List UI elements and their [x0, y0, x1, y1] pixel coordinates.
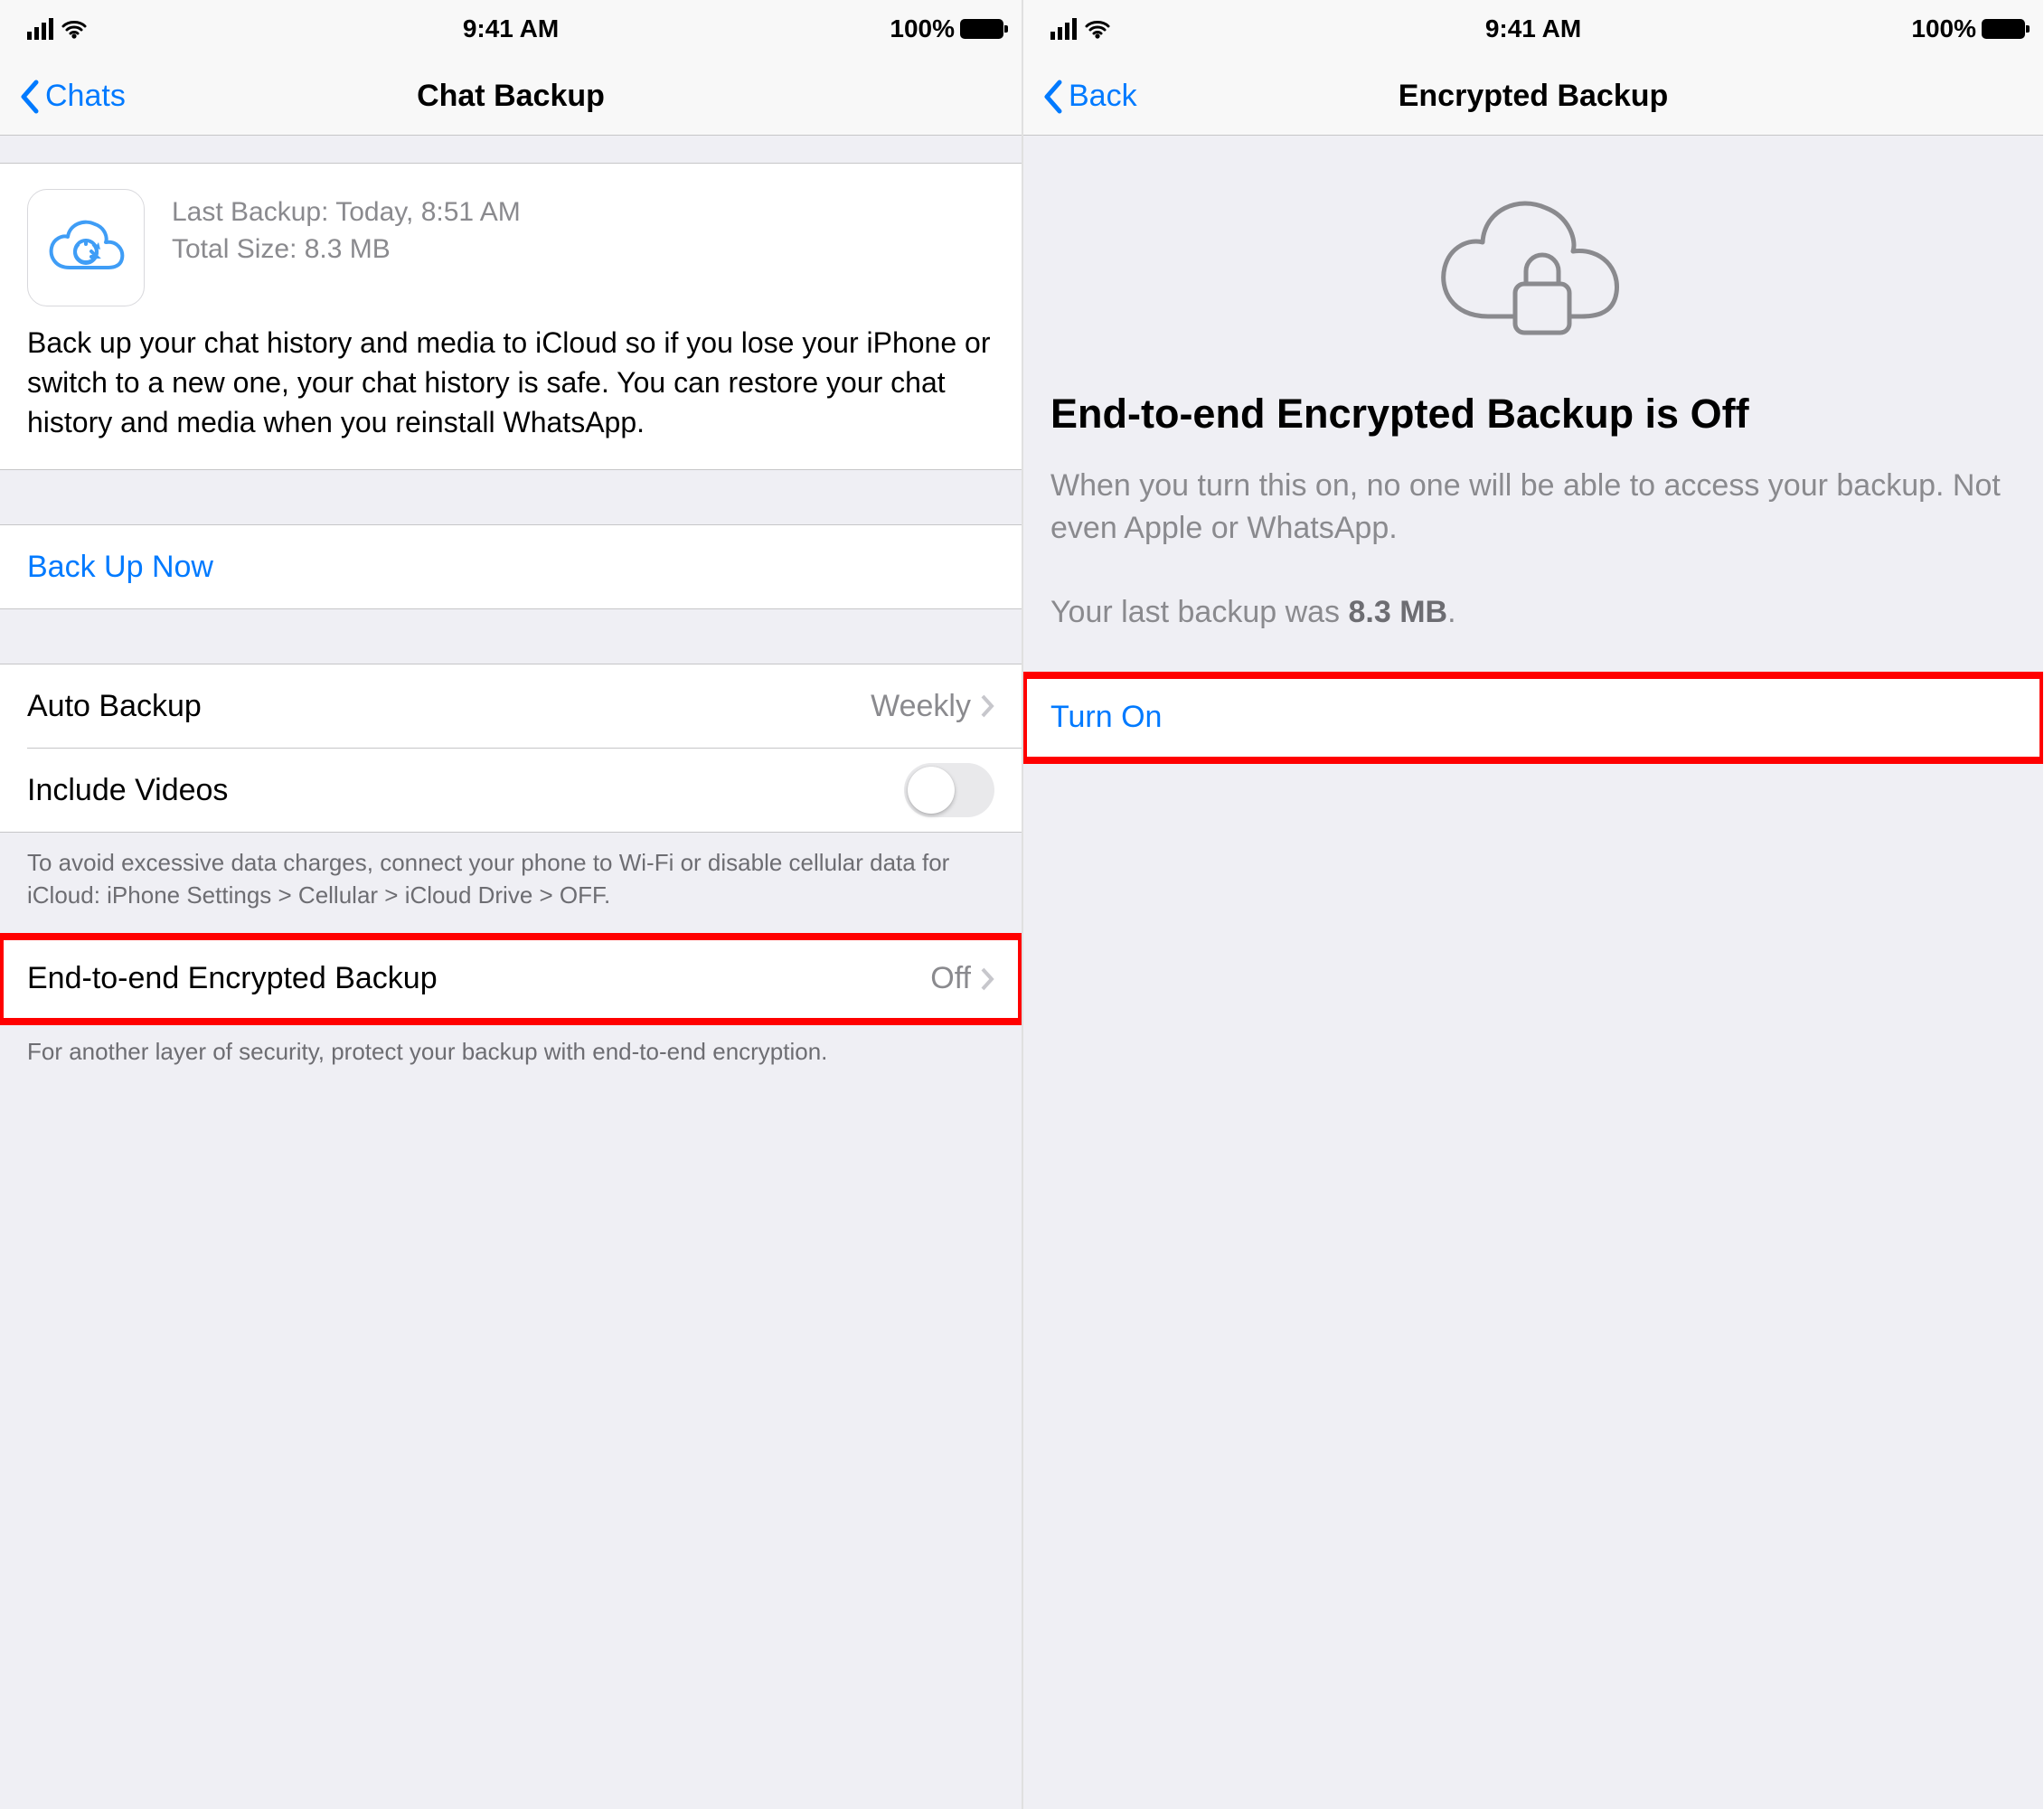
- turn-on-button[interactable]: Turn On: [1023, 676, 2043, 759]
- status-time: 9:41 AM: [0, 14, 1022, 43]
- page-title: Chat Backup: [0, 79, 1022, 114]
- back-up-now-button[interactable]: Back Up Now: [0, 525, 1022, 608]
- turn-on-label: Turn On: [1050, 700, 1162, 735]
- backup-info-section: Last Backup: Today, 8:51 AM Total Size: …: [0, 163, 1022, 470]
- turn-on-section: Turn On: [1023, 675, 2043, 760]
- backup-options-section: Auto Backup Weekly Include Videos: [0, 664, 1022, 833]
- include-videos-row: Include Videos: [0, 749, 1022, 832]
- phone-left: 9:41 AM 100% Chats Chat Backup Last Back…: [0, 0, 1022, 1809]
- e2e-status-title: End-to-end Encrypted Backup is Off: [1050, 389, 2016, 465]
- last-backup-value: Today, 8:51 AM: [335, 197, 521, 227]
- e2e-note: For another layer of security, protect y…: [0, 1022, 1022, 1093]
- hero-section: [1023, 136, 2043, 389]
- chevron-right-icon: [980, 693, 994, 719]
- auto-backup-value: Weekly: [871, 689, 971, 724]
- include-videos-toggle[interactable]: [904, 763, 994, 817]
- status-bar: 9:41 AM 100%: [0, 0, 1022, 58]
- total-size-label: Total Size:: [172, 234, 297, 264]
- e2e-status-desc: When you turn this on, no one will be ab…: [1050, 465, 2016, 550]
- nav-bar: Back Encrypted Backup: [1023, 58, 2043, 136]
- e2e-backup-label: End-to-end Encrypted Backup: [27, 961, 438, 996]
- last-backup-suffix: .: [1447, 595, 1455, 629]
- last-backup-label: Last Backup:: [172, 197, 328, 227]
- e2e-backup-section: End-to-end Encrypted Backup Off: [0, 937, 1022, 1022]
- data-charges-note: To avoid excessive data charges, connect…: [0, 833, 1022, 936]
- auto-backup-row[interactable]: Auto Backup Weekly: [0, 664, 1022, 748]
- include-videos-label: Include Videos: [27, 773, 228, 808]
- auto-backup-label: Auto Backup: [27, 689, 202, 724]
- phone-right: 9:41 AM 100% Back Encrypted Backup End-t…: [1022, 0, 2043, 1809]
- e2e-backup-value: Off: [930, 961, 971, 996]
- backup-now-section: Back Up Now: [0, 524, 1022, 609]
- back-up-now-label: Back Up Now: [27, 550, 213, 585]
- total-size-value: 8.3 MB: [305, 234, 391, 264]
- status-bar: 9:41 AM 100%: [1023, 0, 2043, 58]
- nav-bar: Chats Chat Backup: [0, 58, 1022, 136]
- e2e-backup-row[interactable]: End-to-end Encrypted Backup Off: [0, 937, 1022, 1021]
- last-backup-size: 8.3 MB: [1349, 595, 1448, 629]
- chevron-right-icon: [980, 966, 994, 992]
- cloud-sync-icon: [27, 189, 145, 306]
- last-backup-prefix: Your last backup was: [1050, 595, 1349, 629]
- cloud-lock-icon: [1425, 172, 1642, 353]
- status-time: 9:41 AM: [1023, 14, 2043, 43]
- last-backup-size-note: Your last backup was 8.3 MB.: [1050, 591, 2016, 634]
- battery-icon: [1982, 19, 2025, 39]
- page-title: Encrypted Backup: [1023, 79, 2043, 114]
- battery-icon: [960, 19, 1003, 39]
- backup-description: Back up your chat history and media to i…: [0, 323, 1022, 469]
